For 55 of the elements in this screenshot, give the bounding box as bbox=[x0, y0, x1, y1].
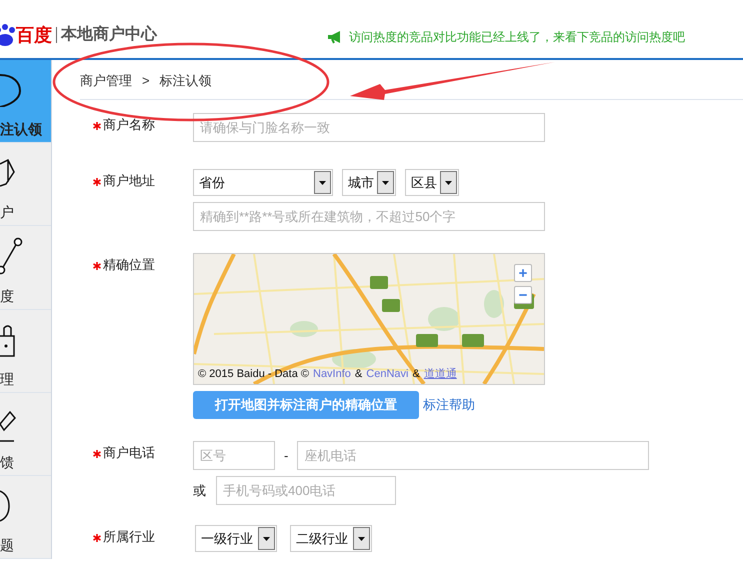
dropdown[interactable]: 省份 bbox=[193, 169, 333, 196]
asterisk-icon bbox=[93, 534, 101, 542]
asterisk-icon bbox=[93, 262, 101, 270]
field-label: 商户地址 bbox=[103, 173, 155, 189]
sidebar-item[interactable]: 度 bbox=[0, 226, 51, 310]
input-field[interactable]: 请确保与门脸名称一致 bbox=[193, 113, 545, 142]
breadcrumb-item[interactable]: 标注认领 bbox=[160, 70, 212, 90]
caret-icon bbox=[353, 527, 370, 550]
field-label: 所属行业 bbox=[103, 529, 155, 545]
dropdown[interactable]: 二级行业 bbox=[290, 525, 372, 552]
map-attribution: © 2015 Baidu - Data © bbox=[198, 366, 309, 382]
input-field[interactable]: 区号 bbox=[193, 441, 275, 470]
sidebar-item[interactable]: 户 bbox=[0, 143, 51, 226]
paw-logo-icon bbox=[0, 24, 16, 46]
breadcrumb-separator: > bbox=[142, 72, 150, 90]
sidebar-label: 馈 bbox=[0, 452, 14, 471]
sidebar-item[interactable]: 理 bbox=[0, 310, 51, 393]
sidebar-label: 户 bbox=[0, 203, 14, 222]
sidebar-item[interactable]: 注认领 bbox=[0, 60, 51, 144]
sidebar-label: 度 bbox=[0, 286, 14, 305]
field-label: 精确位置 bbox=[103, 257, 155, 273]
dropdown[interactable]: 一级行业 bbox=[195, 525, 277, 552]
logo-text: 百度 bbox=[16, 26, 52, 44]
caret-icon bbox=[258, 527, 275, 550]
asterisk-icon bbox=[93, 122, 101, 130]
zoom-out-button[interactable]: − bbox=[514, 286, 532, 304]
input-field[interactable]: 手机号码或400电话 bbox=[216, 476, 396, 505]
input-field[interactable]: 座机电话 bbox=[297, 441, 650, 470]
sidebar-label: 题 bbox=[0, 536, 14, 554]
ampersand: & bbox=[354, 366, 362, 382]
breadcrumb-item[interactable]: 商户管理 bbox=[80, 70, 132, 90]
input-field[interactable]: 精确到**路**号或所在建筑物，不超过50个字 bbox=[193, 202, 545, 231]
map-data-link[interactable]: CenNavi bbox=[366, 366, 408, 382]
asterisk-icon bbox=[93, 450, 101, 458]
caret-icon bbox=[377, 171, 394, 194]
sidebar-label: 注认领 bbox=[0, 120, 42, 138]
map-data-link[interactable]: NavInfo bbox=[313, 366, 351, 382]
product-title: 本地商户中心 bbox=[61, 27, 157, 43]
asterisk-icon bbox=[93, 178, 101, 186]
map-data-link[interactable]: 道道通 bbox=[424, 366, 457, 382]
dropdown[interactable]: 城市 bbox=[342, 169, 396, 196]
field-label: 商户名称 bbox=[103, 117, 155, 133]
megaphone-icon bbox=[327, 30, 343, 44]
help-link[interactable]: 标注帮助 bbox=[423, 395, 475, 415]
sidebar-item[interactable]: 馈 bbox=[0, 392, 51, 476]
dropdown[interactable]: 区县 bbox=[405, 169, 459, 196]
sidebar-label: 理 bbox=[0, 370, 14, 388]
sidebar-item[interactable]: 题 bbox=[0, 476, 51, 560]
caret-icon bbox=[314, 171, 331, 194]
or-text: 或 bbox=[193, 482, 206, 500]
caret-icon bbox=[440, 171, 457, 194]
field-label: 商户电话 bbox=[103, 445, 155, 461]
dash-text: - bbox=[284, 446, 288, 465]
node-link-icon bbox=[0, 237, 24, 276]
zoom-in-button[interactable]: + bbox=[514, 264, 532, 282]
